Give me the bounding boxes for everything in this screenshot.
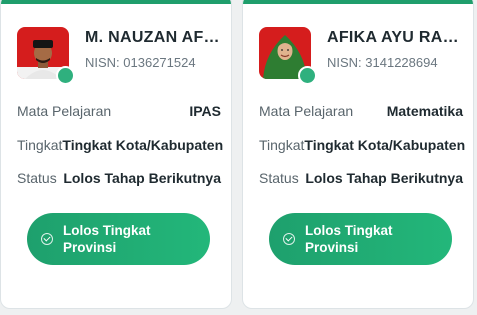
info-label: Status [17, 170, 57, 186]
status-online-icon [298, 66, 317, 85]
achievement-badge[interactable]: Lolos Tingkat Provinsi [27, 213, 210, 265]
info-row-level: Tingkat Tingkat Kota/Kabupaten [259, 137, 466, 153]
info-label: Mata Pelajaran [17, 103, 112, 119]
info-value: Matematika [386, 103, 463, 119]
student-card[interactable]: M. NAUZAN AFK... NISN: 0136271524 Mata P… [0, 0, 232, 309]
info-label: Mata Pelajaran [259, 103, 354, 119]
info-value: Tingkat Kota/Kabupaten [304, 137, 466, 153]
info-row-status: Status Lolos Tahap Berikutnya [17, 170, 221, 186]
achievement-badge[interactable]: Lolos Tingkat Provinsi [269, 213, 452, 265]
info-label: Tingkat [17, 137, 63, 153]
check-circle-icon [283, 233, 295, 245]
avatar [17, 27, 75, 85]
student-card[interactable]: AFIKA AYU RAM... NISN: 3141228694 Mata P… [242, 0, 474, 309]
info-value: Lolos Tahap Berikutnya [305, 170, 463, 186]
student-nisn: NISN: 0136271524 [85, 55, 196, 70]
info-label: Tingkat [259, 137, 305, 153]
student-nisn: NISN: 3141228694 [327, 55, 438, 70]
student-name: AFIKA AYU RAM... [327, 29, 467, 46]
info-value: IPAS [189, 103, 221, 119]
badge-label: Lolos Tingkat Provinsi [63, 223, 151, 255]
info-row-level: Tingkat Tingkat Kota/Kabupaten [17, 137, 224, 153]
info-row-subject: Mata Pelajaran IPAS [17, 103, 221, 119]
info-row-status: Status Lolos Tahap Berikutnya [259, 170, 463, 186]
student-name: M. NAUZAN AFK... [85, 29, 225, 46]
info-row-subject: Mata Pelajaran Matematika [259, 103, 463, 119]
info-label: Status [259, 170, 299, 186]
check-circle-icon [41, 233, 53, 245]
info-value: Tingkat Kota/Kabupaten [62, 137, 224, 153]
badge-label: Lolos Tingkat Provinsi [305, 223, 393, 255]
avatar [259, 27, 317, 85]
info-value: Lolos Tahap Berikutnya [63, 170, 221, 186]
status-online-icon [56, 66, 75, 85]
